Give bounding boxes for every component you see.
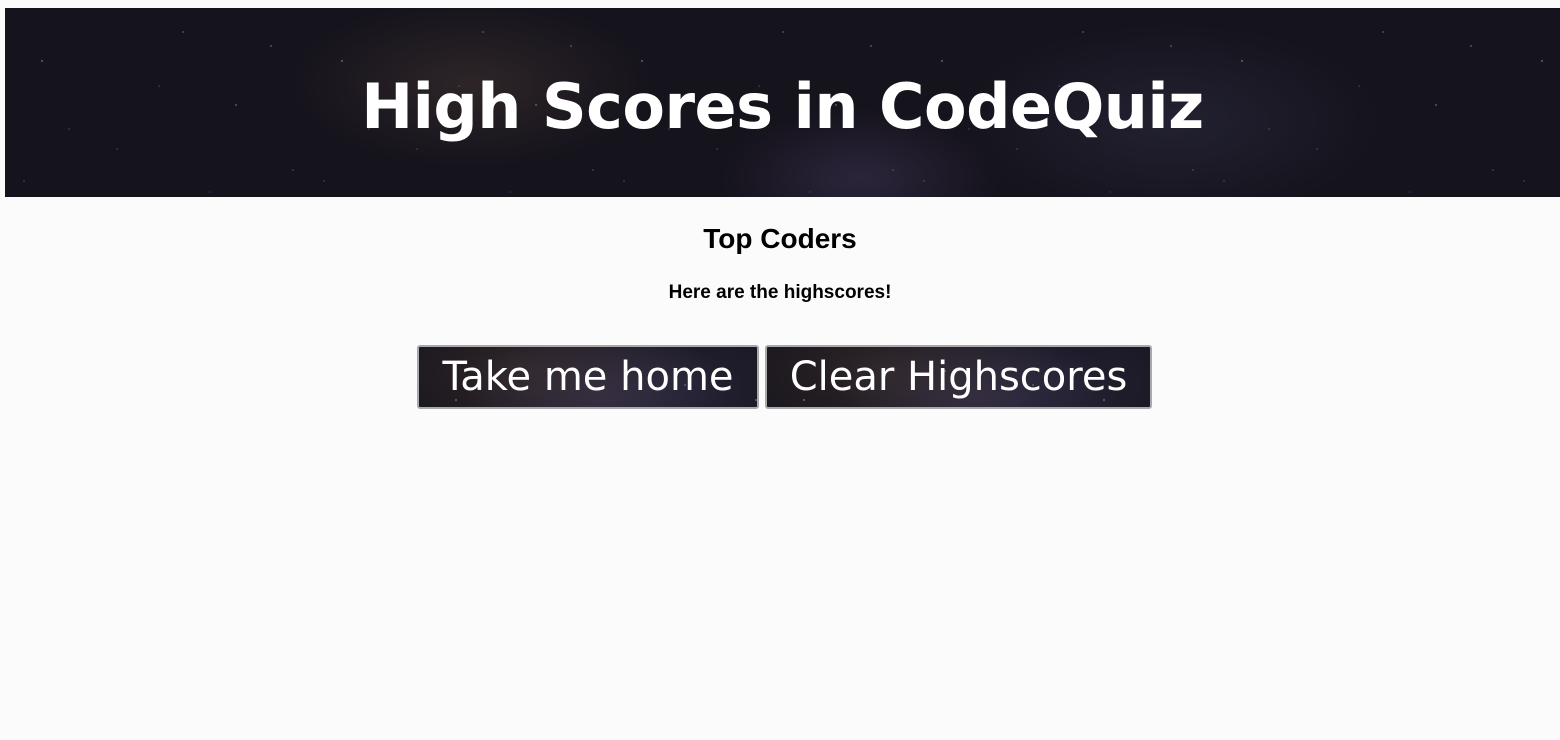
clear-highscores-button[interactable]: Clear Highscores: [765, 345, 1152, 409]
page-title: High Scores in CodeQuiz: [361, 70, 1204, 143]
header-banner: High Scores in CodeQuiz: [5, 8, 1560, 197]
take-me-home-button[interactable]: Take me home: [417, 345, 759, 409]
highscores-subheading: Here are the highscores!: [668, 282, 892, 303]
top-coders-heading: Top Coders: [703, 223, 857, 254]
